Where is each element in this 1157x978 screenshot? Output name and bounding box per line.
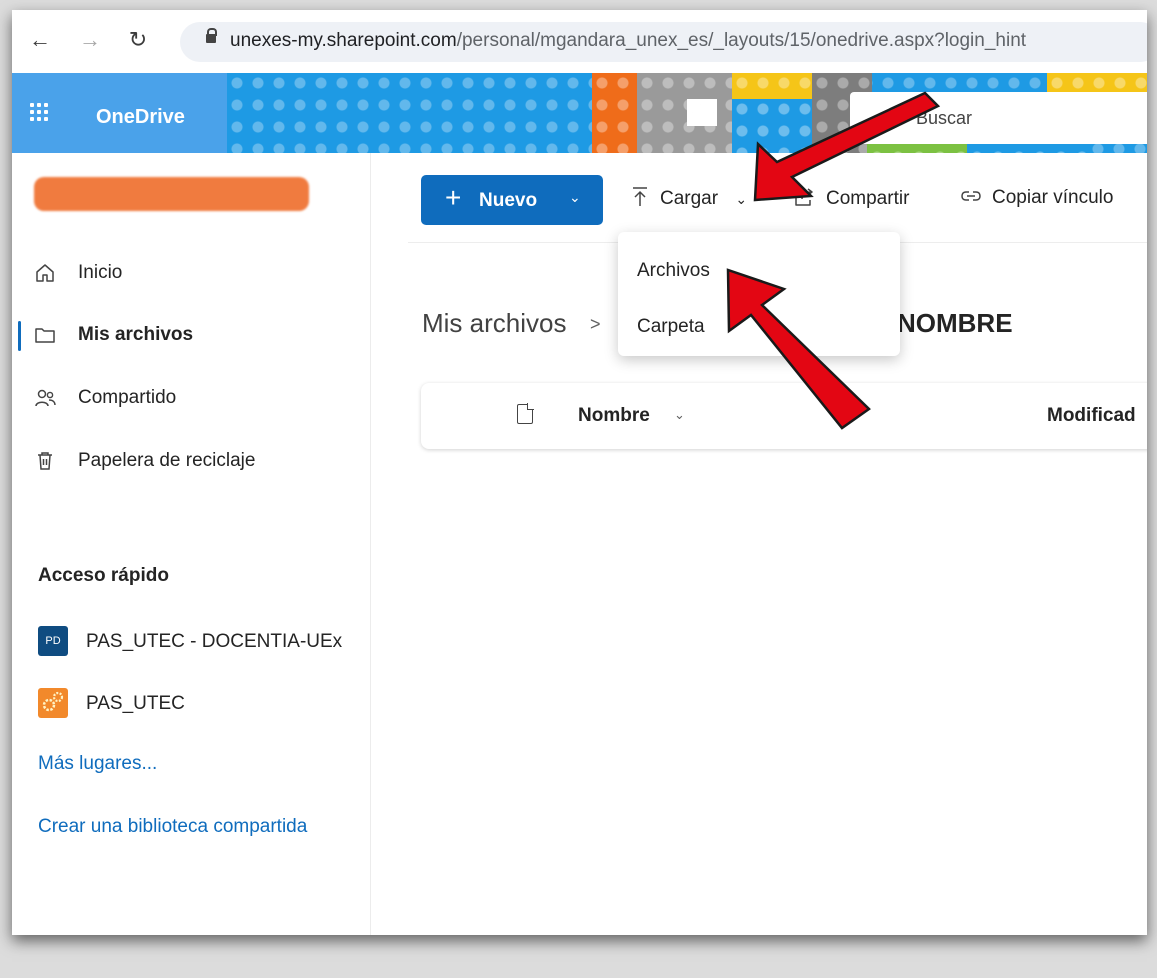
annotation-arrows [726,91,941,430]
annotation-arrow-to-archivos [726,268,871,430]
screenshot-frame: ← → ↻ unexes-my.sharepoint.com/personal/… [12,10,1147,935]
annotation-arrow-to-cargar [753,91,941,202]
